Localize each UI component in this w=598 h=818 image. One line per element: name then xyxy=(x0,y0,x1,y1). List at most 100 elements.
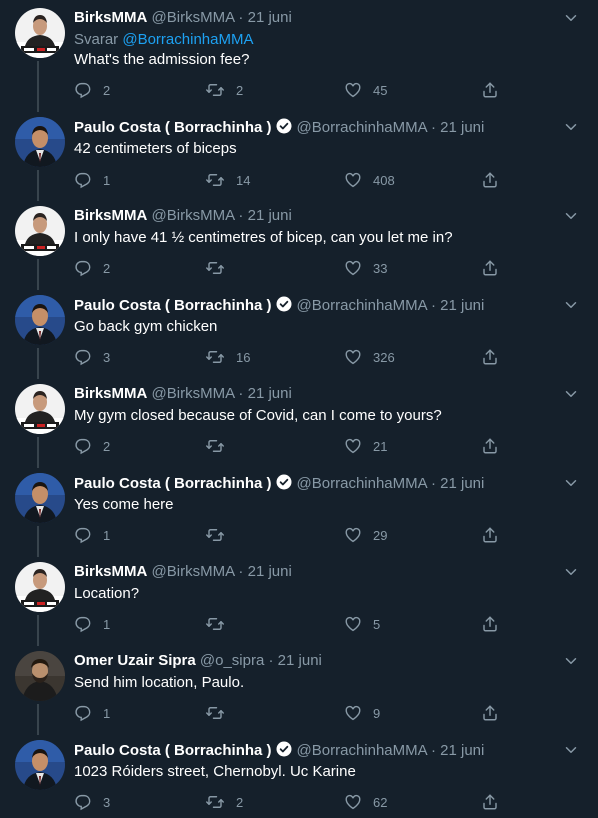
display-name[interactable]: Paulo Costa ( Borrachinha ) xyxy=(74,119,272,136)
user-handle[interactable]: @o_sipra xyxy=(200,652,264,669)
reply-button[interactable]: 3 xyxy=(74,347,110,367)
more-options-chevron-icon[interactable] xyxy=(562,741,580,759)
retweet-button[interactable]: 2 xyxy=(205,792,243,812)
more-options-chevron-icon[interactable] xyxy=(562,207,580,225)
tweet[interactable]: BirksMMA @BirksMMA · 21 juni I only have … xyxy=(0,198,598,290)
user-handle[interactable]: @BorrachinhaMMA xyxy=(297,119,427,136)
tweet[interactable]: Paulo Costa ( Borrachinha ) @BorrachinhaM… xyxy=(0,109,598,201)
tweet[interactable]: BirksMMA @BirksMMA · 21 juni My gym close… xyxy=(0,376,598,468)
like-button[interactable]: 9 xyxy=(344,703,380,723)
more-options-chevron-icon[interactable] xyxy=(562,9,580,27)
tweet-date[interactable]: 21 juni xyxy=(248,385,292,402)
avatar[interactable] xyxy=(15,117,65,167)
tweet[interactable]: BirksMMA @BirksMMA · 21 juni Svarar @Borr… xyxy=(0,0,598,112)
separator-dot: · xyxy=(264,652,278,669)
reply-button[interactable]: 2 xyxy=(74,436,110,456)
reply-button[interactable]: 1 xyxy=(74,703,110,723)
tweet-date[interactable]: 21 juni xyxy=(440,742,484,759)
more-options-chevron-icon[interactable] xyxy=(562,118,580,136)
reply-button[interactable]: 2 xyxy=(74,258,110,278)
retweet-button[interactable]: 14 xyxy=(205,170,250,190)
like-button[interactable]: 408 xyxy=(344,170,395,190)
user-handle[interactable]: @BirksMMA xyxy=(152,9,235,26)
replying-to-link[interactable]: @BorrachinhaMMA xyxy=(122,31,253,48)
retweet-button[interactable] xyxy=(205,258,236,278)
user-handle[interactable]: @BirksMMA xyxy=(152,563,235,580)
display-name[interactable]: Paulo Costa ( Borrachinha ) xyxy=(74,475,272,492)
reply-icon xyxy=(74,704,92,722)
user-handle[interactable]: @BirksMMA xyxy=(152,385,235,402)
reply-button[interactable]: 2 xyxy=(74,80,110,100)
avatar[interactable] xyxy=(15,295,65,345)
reply-count: 1 xyxy=(103,527,111,543)
avatar[interactable] xyxy=(15,384,65,434)
share-button[interactable] xyxy=(481,703,499,723)
share-button[interactable] xyxy=(481,614,499,634)
more-options-chevron-icon[interactable] xyxy=(562,474,580,492)
like-icon xyxy=(344,81,362,99)
avatar[interactable] xyxy=(15,562,65,612)
like-button[interactable]: 5 xyxy=(344,614,380,634)
reply-button[interactable]: 1 xyxy=(74,525,110,545)
tweet-text: What's the admission fee? xyxy=(74,51,250,68)
retweet-button[interactable] xyxy=(205,703,236,723)
tweet-date[interactable]: 21 juni xyxy=(440,297,484,314)
share-button[interactable] xyxy=(481,258,499,278)
share-button[interactable] xyxy=(481,347,499,367)
like-icon xyxy=(344,259,362,277)
avatar[interactable] xyxy=(15,651,65,701)
tweet[interactable]: Paulo Costa ( Borrachinha ) @BorrachinhaM… xyxy=(0,465,598,557)
retweet-icon xyxy=(205,437,225,455)
user-handle[interactable]: @BorrachinhaMMA xyxy=(297,742,427,759)
more-options-chevron-icon[interactable] xyxy=(562,563,580,581)
more-options-chevron-icon[interactable] xyxy=(562,296,580,314)
retweet-button[interactable] xyxy=(205,614,236,634)
tweet[interactable]: Paulo Costa ( Borrachinha ) @BorrachinhaM… xyxy=(0,732,598,818)
display-name[interactable]: BirksMMA xyxy=(74,563,147,580)
display-name[interactable]: BirksMMA xyxy=(74,9,147,26)
tweet-actions: 15 xyxy=(74,614,504,634)
tweet-date[interactable]: 21 juni xyxy=(440,475,484,492)
like-button[interactable]: 45 xyxy=(344,80,387,100)
retweet-button[interactable] xyxy=(205,436,236,456)
share-button[interactable] xyxy=(481,792,499,812)
reply-button[interactable]: 1 xyxy=(74,170,110,190)
tweet-date[interactable]: 21 juni xyxy=(278,652,322,669)
more-options-chevron-icon[interactable] xyxy=(562,385,580,403)
avatar[interactable] xyxy=(15,206,65,256)
reply-button[interactable]: 3 xyxy=(74,792,110,812)
tweet-actions: 1 29 xyxy=(74,525,504,545)
like-button[interactable]: 33 xyxy=(344,258,387,278)
display-name[interactable]: BirksMMA xyxy=(74,385,147,402)
avatar[interactable] xyxy=(15,473,65,523)
like-button[interactable]: 62 xyxy=(344,792,387,812)
tweet-date[interactable]: 21 juni xyxy=(248,207,292,224)
more-options-chevron-icon[interactable] xyxy=(562,652,580,670)
display-name[interactable]: Omer Uzair Sipra xyxy=(74,652,196,669)
tweet-date[interactable]: 21 juni xyxy=(248,563,292,580)
retweet-button[interactable]: 16 xyxy=(205,347,250,367)
tweet[interactable]: Paulo Costa ( Borrachinha ) @BorrachinhaM… xyxy=(0,287,598,379)
like-button[interactable]: 21 xyxy=(344,436,387,456)
retweet-button[interactable]: 2 xyxy=(205,80,243,100)
share-button[interactable] xyxy=(481,80,499,100)
tweet[interactable]: BirksMMA @BirksMMA · 21 juni Location? 1 5 xyxy=(0,554,598,646)
like-button[interactable]: 326 xyxy=(344,347,395,367)
share-button[interactable] xyxy=(481,436,499,456)
tweet-date[interactable]: 21 juni xyxy=(248,9,292,26)
user-handle[interactable]: @BorrachinhaMMA xyxy=(297,297,427,314)
display-name[interactable]: Paulo Costa ( Borrachinha ) xyxy=(74,297,272,314)
like-button[interactable]: 29 xyxy=(344,525,387,545)
avatar[interactable] xyxy=(15,8,65,58)
reply-button[interactable]: 1 xyxy=(74,614,110,634)
display-name[interactable]: BirksMMA xyxy=(74,207,147,224)
share-button[interactable] xyxy=(481,170,499,190)
share-button[interactable] xyxy=(481,525,499,545)
tweet-date[interactable]: 21 juni xyxy=(440,119,484,136)
user-handle[interactable]: @BirksMMA xyxy=(152,207,235,224)
display-name[interactable]: Paulo Costa ( Borrachinha ) xyxy=(74,742,272,759)
user-handle[interactable]: @BorrachinhaMMA xyxy=(297,475,427,492)
avatar[interactable] xyxy=(15,740,65,790)
tweet[interactable]: Omer Uzair Sipra @o_sipra · 21 juni Send … xyxy=(0,643,598,735)
retweet-button[interactable] xyxy=(205,525,236,545)
